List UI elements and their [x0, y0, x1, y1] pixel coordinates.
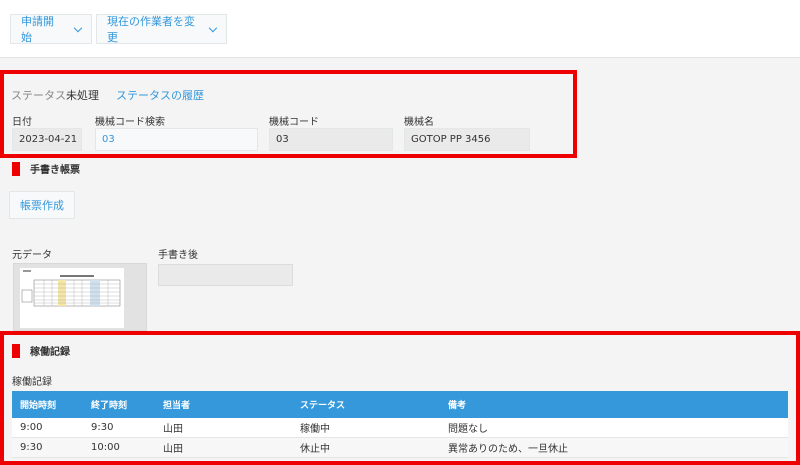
table-header-row: 開始時刻 終了時刻 担当者 ステータス 備考 — [12, 391, 788, 418]
table-row[interactable]: 9:30 10:00 山田 休止中 異常ありのため、一旦休止 — [12, 438, 788, 458]
form-preview-image — [20, 268, 124, 328]
after-handwritten-field[interactable] — [158, 264, 293, 286]
after-handwritten-label: 手書き後 — [158, 250, 198, 261]
start-request-button[interactable]: 申請開始 — [10, 14, 92, 44]
handwritten-section-header: 手書き帳票 — [12, 161, 80, 176]
machine-code-label: 機械コード — [269, 117, 319, 128]
chevron-down-icon — [209, 23, 218, 32]
original-data-thumbnail[interactable] — [13, 263, 147, 331]
cell-notes: 問題なし — [448, 424, 488, 435]
start-request-label: 申請開始 — [21, 15, 54, 44]
cell-start-time: 9:30 — [20, 442, 43, 453]
column-header-assignee: 担当者 — [163, 401, 191, 411]
cell-notes: 異常ありのため、一旦休止 — [448, 444, 568, 455]
column-header-start-time: 開始時刻 — [20, 401, 57, 411]
table-row[interactable]: 9:00 9:30 山田 稼働中 問題なし — [12, 418, 788, 438]
date-label: 日付 — [12, 117, 32, 128]
column-header-notes: 備考 — [448, 401, 467, 411]
original-data-label: 元データ — [12, 250, 52, 261]
section-marker — [12, 161, 20, 176]
status-history-link[interactable]: ステータスの履歴 — [116, 87, 204, 103]
operation-section-header: 稼働記録 — [12, 343, 70, 358]
column-header-status: ステータス — [300, 401, 346, 411]
section-marker — [12, 343, 20, 358]
machine-name-field: GOTOP PP 3456 — [404, 128, 530, 151]
operation-table-label: 稼働記録 — [12, 377, 52, 388]
status-value: 未処理 — [66, 89, 99, 102]
machine-name-label: 機械名 — [404, 117, 434, 128]
date-field: 2023-04-21 — [12, 128, 82, 151]
handwritten-section-title: 手書き帳票 — [30, 165, 80, 176]
change-assignee-label: 現在の作業者を変更 — [107, 15, 195, 44]
chevron-down-icon — [73, 23, 83, 32]
machine-code-search-label: 機械コード検索 — [95, 117, 165, 128]
create-form-button[interactable]: 帳票作成 — [9, 191, 75, 219]
cell-start-time: 9:00 — [20, 422, 43, 433]
operation-table: 開始時刻 終了時刻 担当者 ステータス 備考 9:00 9:30 山田 稼働中 … — [12, 391, 788, 458]
cell-status: 休止中 — [300, 444, 330, 455]
machine-code-field: 03 — [269, 128, 393, 151]
cell-assignee: 山田 — [163, 444, 183, 455]
toolbar: 申請開始 現在の作業者を変更 — [0, 0, 800, 58]
cell-end-time: 9:30 — [91, 422, 114, 433]
machine-code-search-field[interactable]: 03 — [95, 128, 258, 151]
cell-assignee: 山田 — [163, 424, 183, 435]
cell-end-time: 10:00 — [91, 442, 120, 453]
cell-status: 稼働中 — [300, 424, 330, 435]
status-label: ステータス: — [11, 89, 70, 102]
change-assignee-button[interactable]: 現在の作業者を変更 — [96, 14, 227, 44]
column-header-end-time: 終了時刻 — [91, 401, 128, 411]
form-preview-graphic — [20, 268, 124, 328]
operation-section-title: 稼働記録 — [30, 347, 70, 358]
